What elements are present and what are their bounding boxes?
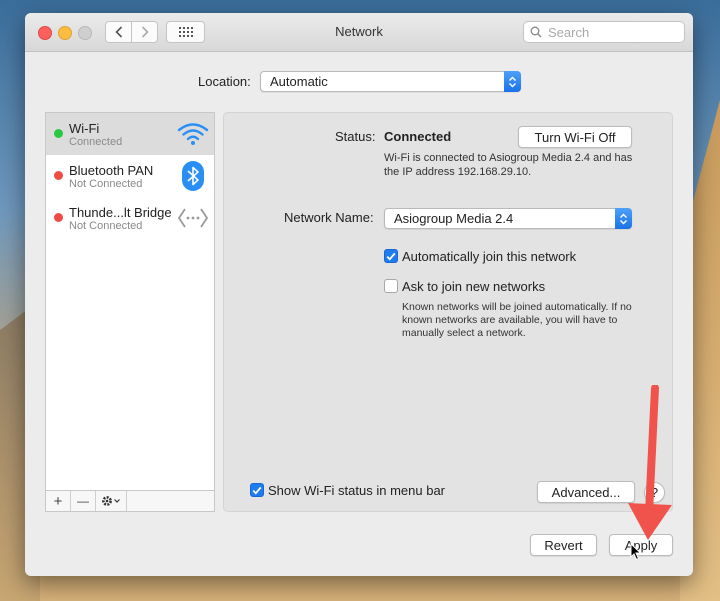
network-name-label: Network Name: (284, 210, 374, 225)
status-dot (54, 129, 63, 138)
network-name-value: Asiogroup Media 2.4 (394, 211, 514, 226)
turn-wifi-off-button[interactable]: Turn Wi-Fi Off (518, 126, 632, 148)
revert-button[interactable]: Revert (530, 534, 597, 556)
auto-join-checkbox[interactable] (384, 249, 398, 263)
service-item-wifi[interactable]: Wi-Fi Connected (46, 113, 214, 155)
network-preferences-window: Network Location: Automatic Wi-Fi Connec… (25, 13, 693, 576)
search-icon (530, 26, 542, 38)
service-list-toolbar: + — (45, 491, 215, 512)
ask-join-checkbox[interactable] (384, 279, 398, 293)
close-window-button[interactable] (38, 26, 52, 40)
service-actions-button[interactable] (96, 491, 127, 511)
location-popup[interactable]: Automatic (260, 71, 521, 92)
show-all-button[interactable] (166, 21, 205, 43)
apply-button[interactable]: Apply (609, 534, 673, 556)
show-wifi-status-checkbox[interactable] (250, 483, 264, 497)
service-status: Connected (69, 136, 123, 148)
auto-join-label: Automatically join this network (402, 249, 577, 264)
chevron-left-icon (114, 26, 122, 38)
status-dot (54, 171, 63, 180)
forward-button[interactable] (131, 21, 158, 43)
add-service-button[interactable]: + (46, 491, 71, 511)
zoom-window-button[interactable] (78, 26, 92, 40)
search-input[interactable] (546, 23, 680, 41)
show-wifi-status-label: Show Wi-Fi status in menu bar (268, 483, 446, 498)
chevron-right-icon (141, 26, 149, 38)
grid-icon (178, 27, 193, 37)
help-button[interactable]: ? (644, 482, 665, 503)
title-bar: Network (25, 13, 693, 52)
wifi-icon (177, 119, 209, 149)
service-status: Not Connected (69, 178, 143, 190)
advanced-button[interactable]: Advanced... (537, 481, 635, 503)
ask-join-label: Ask to join new networks (402, 279, 546, 294)
search-field[interactable] (523, 21, 685, 43)
status-description: Wi-Fi is connected to Asiogroup Media 2.… (384, 152, 633, 178)
status-value: Connected (384, 129, 452, 144)
popup-stepper-icon (615, 208, 632, 229)
status-label: Status: (335, 129, 376, 144)
location-label: Location: (198, 74, 251, 89)
gear-icon (102, 496, 120, 506)
ask-join-description: Known networks will be joined automatica… (402, 301, 632, 339)
service-item-thunderbolt-bridge[interactable]: Thunde...lt Bridge Not Connected (46, 197, 214, 239)
minimize-window-button[interactable] (58, 26, 72, 40)
service-name: Wi-Fi (69, 121, 100, 136)
checkmark-icon (252, 486, 262, 495)
remove-service-button[interactable]: — (71, 491, 96, 511)
thunderbolt-bridge-icon (177, 203, 209, 233)
service-status: Not Connected (69, 220, 143, 232)
service-item-bluetooth-pan[interactable]: Bluetooth PAN Not Connected (46, 155, 214, 197)
network-name-popup[interactable]: Asiogroup Media 2.4 (384, 208, 632, 229)
service-name: Thunde...lt Bridge (69, 205, 172, 220)
popup-stepper-icon (504, 71, 521, 92)
location-value: Automatic (270, 74, 328, 89)
status-dot (54, 213, 63, 222)
service-name: Bluetooth PAN (69, 163, 154, 178)
bluetooth-icon (177, 161, 209, 191)
checkmark-icon (386, 252, 396, 261)
service-list: Wi-Fi Connected Bluetooth PAN Not Connec… (45, 112, 215, 491)
back-button[interactable] (105, 21, 132, 43)
